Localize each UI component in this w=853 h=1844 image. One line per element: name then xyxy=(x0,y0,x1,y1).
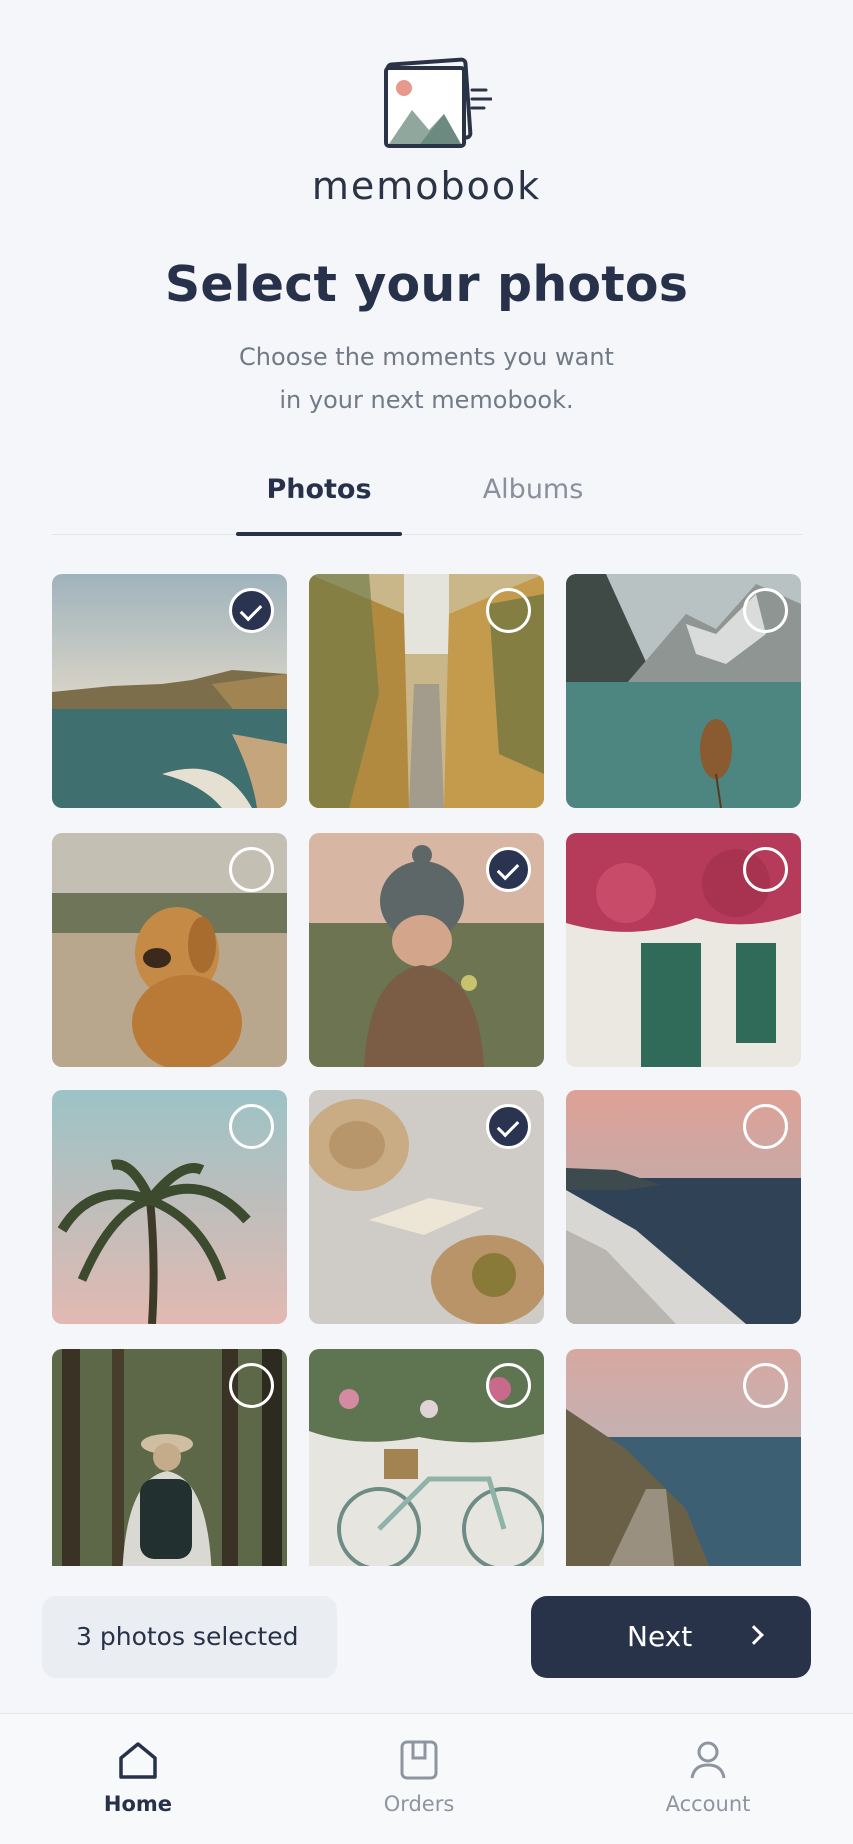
photo-tile-mountain-lake[interactable] xyxy=(566,574,801,808)
photo-tile-coast[interactable] xyxy=(52,574,287,808)
subtitle-line-1: Choose the moments you want xyxy=(239,343,614,371)
photo-tile-hat-book[interactable] xyxy=(309,1090,544,1324)
home-icon xyxy=(119,1742,157,1779)
photo-grid xyxy=(52,574,802,1566)
nav-account-label: Account xyxy=(665,1792,751,1816)
nav-home[interactable]: Home xyxy=(73,1738,203,1816)
selection-bar: 3 photos selected Next xyxy=(0,1566,853,1713)
bottom-navigation: Home Orders Account xyxy=(0,1713,853,1844)
checkmark-icon[interactable] xyxy=(486,588,531,633)
photo-tile-bicycle[interactable] xyxy=(309,1349,544,1566)
active-tab-indicator xyxy=(236,532,402,536)
checkmark-icon[interactable] xyxy=(229,1104,274,1149)
checkmark-icon[interactable] xyxy=(743,1104,788,1149)
photo-tile-hiker[interactable] xyxy=(52,1349,287,1566)
nav-home-label: Home xyxy=(103,1792,173,1816)
page-subtitle: Choose the moments you want in your next… xyxy=(0,336,853,422)
nav-account[interactable]: Account xyxy=(643,1738,773,1816)
checkmark-icon[interactable] xyxy=(743,588,788,633)
photo-tile-village[interactable] xyxy=(566,1090,801,1324)
chevron-right-icon xyxy=(744,1625,764,1645)
checkmark-icon[interactable] xyxy=(229,1363,274,1408)
photo-tile-alley[interactable] xyxy=(309,574,544,808)
photo-tile-child[interactable] xyxy=(309,833,544,1067)
checkmark-icon[interactable] xyxy=(486,847,531,892)
photo-tile-palm[interactable] xyxy=(52,1090,287,1324)
checkmark-icon[interactable] xyxy=(229,588,274,633)
account-icon xyxy=(690,1741,726,1779)
tab-photos[interactable]: Photos xyxy=(236,474,402,535)
nav-orders-label: Orders xyxy=(383,1792,455,1816)
checkmark-icon[interactable] xyxy=(486,1363,531,1408)
tab-bar: Photos Albums xyxy=(52,462,802,536)
tab-albums[interactable]: Albums xyxy=(450,474,616,535)
photo-tile-boardwalk[interactable] xyxy=(566,1349,801,1566)
selected-count: 3 photos selected xyxy=(42,1596,337,1678)
checkmark-icon[interactable] xyxy=(229,847,274,892)
photo-tile-dog[interactable] xyxy=(52,833,287,1067)
page-title: Select your photos xyxy=(164,256,689,313)
next-button[interactable]: Next xyxy=(531,1596,811,1678)
brand-wordmark: memobook xyxy=(311,164,542,208)
photo-tile-bougainvillea[interactable] xyxy=(566,833,801,1067)
subtitle-line-2: in your next memobook. xyxy=(279,386,574,414)
orders-icon xyxy=(400,1740,438,1780)
checkmark-icon[interactable] xyxy=(743,1363,788,1408)
checkmark-icon[interactable] xyxy=(743,847,788,892)
next-button-label: Next xyxy=(627,1620,693,1653)
photobook-logo-icon xyxy=(383,57,492,148)
brand-logo: memobook xyxy=(0,52,853,208)
checkmark-icon[interactable] xyxy=(486,1104,531,1149)
nav-orders[interactable]: Orders xyxy=(354,1738,484,1816)
